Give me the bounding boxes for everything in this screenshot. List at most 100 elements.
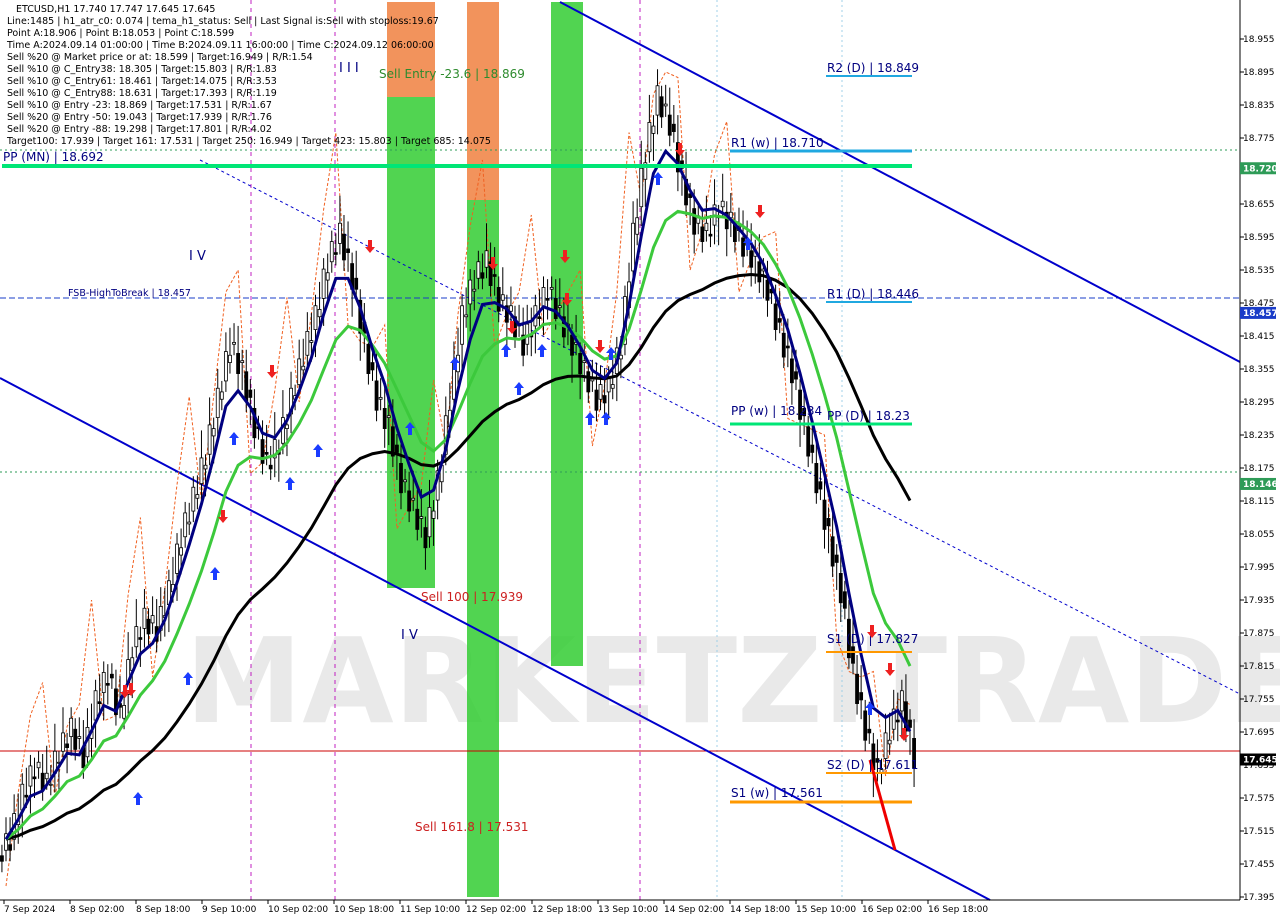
- candle-body: [655, 85, 660, 116]
- price-tick-label: 18.415: [1243, 332, 1275, 342]
- candle-body: [285, 424, 289, 429]
- candle-body: [635, 217, 640, 235]
- candle-body: [480, 272, 485, 279]
- s1-w-label: S1 (w) | 17.561: [731, 786, 823, 800]
- time-tick-label: 16 Sep 18:00: [928, 905, 988, 915]
- candle-body: [700, 226, 705, 242]
- candle-body: [794, 371, 798, 380]
- candle-body: [244, 371, 249, 402]
- candle-body: [215, 387, 220, 418]
- candle-body: [65, 743, 69, 748]
- candle-body: [468, 279, 473, 305]
- candle-body: [403, 479, 407, 483]
- candle-body: [810, 444, 815, 453]
- price-tick-label: 18.835: [1243, 101, 1275, 111]
- candle-body: [887, 739, 892, 745]
- candle-body: [765, 279, 770, 301]
- time-tick-label: 12 Sep 18:00: [532, 905, 592, 915]
- candle-body: [134, 626, 139, 648]
- candle-body: [411, 497, 416, 501]
- candle-body: [370, 362, 375, 371]
- info-line-4: Sell %20 @ Market price or at: 18.599 | …: [7, 52, 313, 63]
- candle-body: [374, 380, 379, 411]
- candle-body: [36, 761, 41, 769]
- candle-body: [692, 208, 697, 235]
- time-tick-label: 14 Sep 18:00: [730, 905, 790, 915]
- candle-body: [338, 222, 342, 244]
- candle-body: [97, 701, 102, 704]
- info-line-2: Point A:18.906 | Point B:18.053 | Point …: [7, 28, 234, 39]
- candle-body: [93, 690, 98, 721]
- price-tick-label: 17.935: [1243, 596, 1275, 606]
- wave-iv-upper-label: I V: [189, 249, 206, 264]
- time-tick-label: 10 Sep 02:00: [268, 905, 328, 915]
- candle-body: [378, 397, 383, 400]
- candle-body: [317, 309, 322, 318]
- info-line-6: Sell %10 @ C_Entry61: 18.461 | Target:14…: [7, 76, 277, 87]
- candle-body: [814, 463, 819, 494]
- candle-body: [647, 122, 652, 153]
- candle-body: [232, 342, 236, 345]
- candle-body: [785, 345, 790, 349]
- candle-body: [301, 365, 306, 371]
- candle-body: [842, 591, 847, 609]
- candle-body: [219, 391, 224, 400]
- price-tick-label: 18.175: [1243, 464, 1275, 474]
- candle-body: [248, 389, 253, 398]
- time-tick-label: 13 Sep 10:00: [598, 905, 658, 915]
- candle-body: [69, 717, 74, 737]
- price-tick-label: 18.955: [1243, 35, 1275, 45]
- candle-body: [211, 428, 216, 437]
- s2-d-label: S2 (D) | 17.611: [827, 758, 918, 772]
- candle-body: [867, 728, 872, 734]
- price-tick-label: 17.515: [1243, 827, 1275, 837]
- info-line-8: Sell %10 @ Entry -23: 18.869 | Target:17…: [7, 100, 272, 111]
- candle-body: [427, 507, 432, 538]
- candle-body: [407, 490, 412, 512]
- candle-body: [509, 305, 513, 312]
- candle-body: [382, 408, 387, 429]
- candle-body: [859, 692, 864, 701]
- candle-body: [203, 464, 208, 470]
- candle-body: [77, 736, 82, 739]
- candle-body: [20, 783, 25, 811]
- info-line-10: Sell %20 @ Entry -88: 19.298 | Target:17…: [7, 124, 272, 135]
- candle-body: [395, 444, 399, 453]
- candle-body: [423, 527, 428, 549]
- candle-body: [325, 272, 330, 281]
- candle-body: [476, 261, 481, 279]
- price-tick-label: 17.995: [1243, 563, 1275, 573]
- candle-body: [313, 305, 318, 330]
- info-line-0: ETCUSD,H1 17.740 17.747 17.645 17.645: [16, 4, 215, 15]
- candle-body: [61, 732, 65, 752]
- candle-body: [101, 672, 106, 693]
- candle-body: [32, 776, 37, 780]
- candle-body: [122, 705, 126, 719]
- price-tick-label: 18.775: [1243, 134, 1275, 144]
- candle-body: [105, 683, 110, 686]
- info-line-3: Time A:2024.09.14 01:00:00 | Time B:2024…: [6, 40, 434, 51]
- candle-body: [484, 250, 489, 268]
- candle-body: [142, 607, 147, 629]
- price-tick-label: 17.755: [1243, 695, 1275, 705]
- candle-body: [28, 765, 33, 787]
- candle-body: [346, 248, 350, 253]
- price-tick-label: 17.695: [1243, 728, 1275, 738]
- candle-body: [146, 618, 151, 635]
- candle-body: [240, 360, 245, 363]
- price-chart[interactable]: MARKETZITRADE PP (MN) | 18.692 R2 (D) | …: [0, 0, 1280, 920]
- info-line-9: Sell %20 @ Entry -50: 19.043 | Target:17…: [7, 112, 272, 123]
- r1-d-label: R1 (D) | 18.446: [827, 287, 919, 301]
- pp-d-label: PP (D) | 18.23: [827, 409, 910, 423]
- candle-body: [631, 222, 635, 272]
- candle-body: [207, 424, 212, 455]
- wave-iv-lower-label: I V: [401, 628, 418, 643]
- candle-body: [553, 298, 558, 319]
- pp-w-label: PP (w) | 18.234: [731, 404, 822, 418]
- candle-body: [472, 288, 477, 292]
- time-tick-label: 12 Sep 02:00: [466, 905, 526, 915]
- price-tick-label: 17.455: [1243, 860, 1275, 870]
- candle-body: [663, 103, 668, 107]
- price-tick-label: 17.815: [1243, 662, 1275, 672]
- candle-body: [749, 250, 754, 268]
